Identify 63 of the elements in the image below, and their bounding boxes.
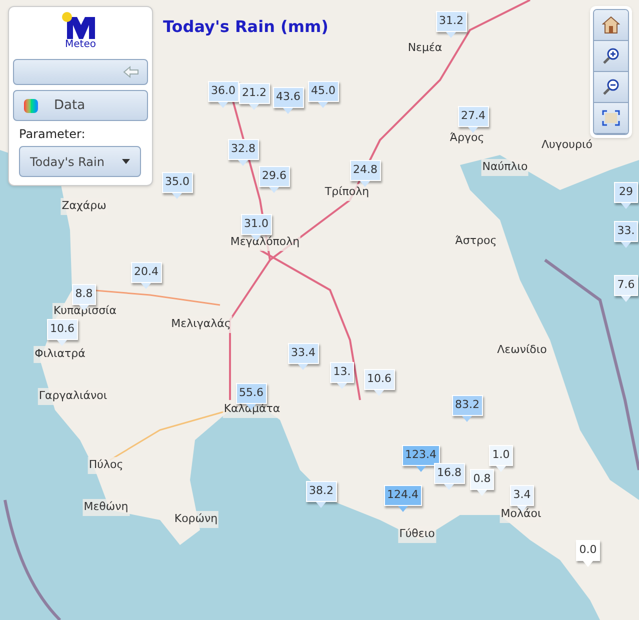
zoom-in-button[interactable] — [594, 41, 628, 72]
data-button[interactable]: Data — [13, 90, 148, 121]
zoom-out-icon — [602, 78, 620, 96]
rain-value-marker[interactable]: 45.0 — [308, 81, 338, 102]
rain-value-marker[interactable]: 35.0 — [162, 172, 192, 193]
rain-value-marker[interactable]: 0.0 — [576, 540, 600, 561]
rainbow-icon — [24, 98, 38, 112]
rain-value-marker[interactable]: 0.8 — [470, 469, 494, 490]
map-title: Today's Rain (mm) — [163, 16, 328, 38]
rain-value-marker[interactable]: 7.6 — [614, 275, 638, 296]
place-label: Μελιγαλάς — [170, 316, 232, 332]
place-label: Τρίπολη — [324, 184, 370, 200]
left-arrow-icon — [123, 66, 139, 78]
caret-icon — [122, 159, 130, 164]
rain-value-marker[interactable]: 33. — [614, 221, 638, 242]
place-label: Γύθειο — [398, 526, 436, 542]
place-label: Φιλιατρά — [34, 346, 86, 362]
place-label: Μεθώνη — [82, 499, 130, 516]
rain-value-marker[interactable]: 31.2 — [436, 11, 466, 32]
rain-value-marker[interactable]: 29 — [614, 182, 638, 203]
rain-value-marker[interactable]: 31.0 — [241, 214, 272, 235]
rain-value-marker[interactable]: 124.4 — [384, 485, 422, 506]
rain-value-marker[interactable]: 21.2 — [239, 83, 270, 104]
place-label: Άστρος — [454, 233, 498, 250]
place-label: Κορώνη — [173, 511, 219, 528]
rain-value-marker[interactable]: 33.4 — [288, 343, 318, 364]
place-label: Μολάοι — [500, 506, 542, 522]
rain-value-marker[interactable]: 8.8 — [72, 284, 96, 305]
rain-value-marker[interactable]: 29.6 — [259, 166, 290, 187]
rain-value-marker[interactable]: 55.6 — [236, 383, 266, 404]
place-label: Μεγαλόπολη — [229, 234, 301, 250]
rain-value-marker[interactable]: 24.8 — [350, 160, 380, 181]
full-extent-button[interactable] — [594, 103, 628, 134]
rain-value-marker[interactable]: 32.8 — [228, 139, 258, 160]
rain-value-marker[interactable]: 10.6 — [364, 369, 394, 390]
home-button[interactable] — [594, 10, 628, 41]
rain-value-marker[interactable]: 123.4 — [402, 445, 440, 466]
rain-value-marker[interactable]: 38.2 — [306, 481, 336, 502]
place-label: Νεμέα — [406, 40, 444, 56]
rain-value-marker[interactable]: 20.4 — [131, 262, 162, 283]
zoom-in-icon — [602, 47, 620, 65]
rain-value-marker[interactable]: 1.0 — [489, 445, 513, 466]
rain-value-marker[interactable]: 13. — [330, 362, 354, 383]
rain-value-marker[interactable]: 83.2 — [452, 395, 482, 416]
zoom-out-button[interactable] — [594, 72, 628, 103]
parameter-select[interactable]: Today's Rain — [19, 146, 141, 177]
place-label: Γαργαλιάνοι — [38, 388, 108, 404]
house-icon — [602, 16, 620, 34]
rain-value-marker[interactable]: 3.4 — [510, 485, 534, 506]
rain-value-marker[interactable]: 16.8 — [434, 463, 464, 484]
place-label: Λυγουριό — [540, 137, 594, 154]
place-label: Άργος — [448, 130, 486, 146]
full-extent-icon — [602, 110, 620, 126]
rain-value-marker[interactable]: 10.6 — [47, 319, 78, 340]
rain-value-marker[interactable]: 36.0 — [208, 81, 238, 102]
place-label: Ζαχάρω — [60, 198, 108, 214]
place-label: Πύλος — [88, 457, 124, 474]
parameter-label: Parameter: — [19, 126, 86, 143]
rain-value-marker[interactable]: 43.6 — [273, 87, 304, 108]
rain-value-marker[interactable]: 27.4 — [458, 106, 488, 127]
place-label: Κυπαρισσία — [52, 303, 118, 320]
logo-text: Meteo — [65, 39, 96, 51]
place-label: Ναύπλιο — [481, 159, 529, 176]
